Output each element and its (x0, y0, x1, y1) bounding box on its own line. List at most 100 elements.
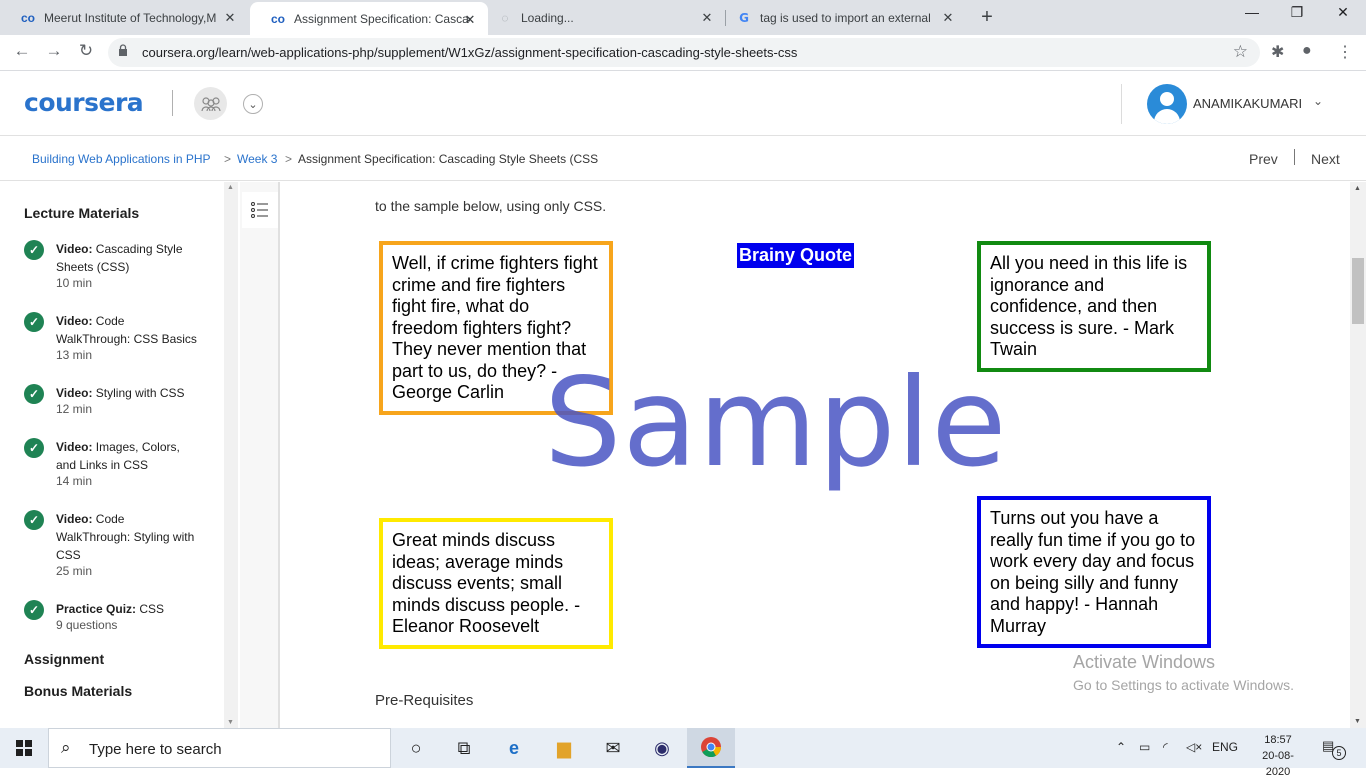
battery-icon[interactable]: ▭ (1139, 740, 1150, 754)
coursera-logo[interactable]: coursera (24, 88, 144, 117)
item-type: Video: (56, 386, 93, 400)
tab-title: Loading... (521, 10, 574, 25)
reload-icon[interactable]: ↻ (76, 41, 96, 61)
new-tab-button[interactable]: + (976, 6, 998, 29)
avatar[interactable] (1147, 84, 1187, 124)
browser-tab-4[interactable]: G tag is used to import an external ✕ (716, 0, 966, 35)
user-menu-chevron-icon[interactable]: ⌄ (1313, 94, 1323, 108)
page-scrollbar[interactable]: ▲ ▼ (1350, 182, 1366, 728)
item-duration: 9 questions (56, 618, 118, 632)
close-tab-icon[interactable]: ✕ (462, 12, 478, 28)
close-window-icon[interactable]: ✕ (1329, 4, 1357, 21)
menu-kebab-icon[interactable]: ⋮ (1337, 42, 1353, 62)
reading-content: to the sample below, using only CSS. Wel… (282, 182, 1350, 728)
item-duration: 12 min (56, 402, 93, 416)
section-lecture-materials[interactable]: Lecture Materials (24, 205, 139, 221)
cortana-icon[interactable]: ○ (392, 728, 440, 768)
show-hidden-icons-chevron-icon[interactable]: ⌃ (1116, 740, 1126, 754)
extensions-puzzle-icon[interactable]: ✱ (1271, 42, 1284, 62)
browser-tab-2[interactable]: co Assignment Specification: Cascac ✕ (250, 2, 488, 35)
item-type: Video: (56, 314, 93, 328)
item-title: CSS (139, 602, 165, 616)
breadcrumb-week-link[interactable]: Week 3 (237, 152, 277, 166)
scroll-up-arrow-icon[interactable]: ▲ (1354, 185, 1361, 192)
browser-tab-3[interactable]: ◌ Loading... ✕ (477, 0, 725, 35)
item-type: Video: (56, 512, 93, 526)
section-bonus-materials[interactable]: Bonus Materials (24, 683, 132, 699)
close-tab-icon[interactable]: ✕ (222, 10, 238, 26)
coursera-header: coursera ⌄ ANAMIKAKUMARI ⌄ (0, 72, 1366, 136)
edge-browser-icon[interactable]: e (490, 728, 538, 768)
sidebar-scrollbar[interactable]: ▲ ▼ (224, 182, 238, 728)
item-duration: 14 min (56, 474, 93, 488)
brainy-quote-title: Brainy Quote (737, 243, 855, 268)
prerequisites-heading: Pre-Requisites (375, 692, 474, 709)
profile-icon[interactable]: ● (1302, 42, 1312, 60)
clock-time: 18:57 (1264, 734, 1292, 746)
sample-watermark: Sample (544, 352, 1008, 494)
start-button[interactable] (0, 728, 48, 768)
item-duration: 25 min (56, 564, 93, 578)
restore-icon[interactable]: ❐ (1283, 4, 1311, 21)
scroll-down-arrow-icon[interactable]: ▼ (1354, 718, 1361, 725)
close-tab-icon[interactable]: ✕ (940, 10, 956, 26)
course-sidebar: Lecture Materials ✓ Video: Cascading Sty… (0, 182, 238, 728)
clock-date: 20-08-2020 (1262, 750, 1294, 778)
username[interactable]: ANAMIKAKUMARI (1193, 96, 1302, 111)
breadcrumb-course-link[interactable]: Building Web Applications in PHP (32, 152, 211, 166)
minimize-icon[interactable]: — (1238, 4, 1266, 20)
eclipse-icon[interactable]: ◉ (638, 728, 686, 768)
section-assignment[interactable]: Assignment (24, 651, 104, 667)
coursera-icon: co (270, 11, 285, 26)
windows-logo-icon (16, 740, 32, 756)
chevron-down-icon[interactable]: ⌄ (243, 94, 263, 114)
wifi-icon[interactable]: ◜ (1163, 740, 1168, 754)
system-clock[interactable]: 18:57 20-08-2020 (1250, 732, 1306, 780)
bookmark-star-icon[interactable]: ☆ (1233, 42, 1248, 62)
check-circle-icon: ✓ (24, 510, 44, 530)
close-tab-icon[interactable]: ✕ (699, 10, 715, 26)
scrollbar-thumb[interactable] (1352, 258, 1364, 324)
lock-icon (119, 44, 127, 56)
item-duration: 10 min (56, 276, 93, 290)
breadcrumb-separator: > (285, 152, 293, 166)
toc-toolbar (240, 182, 280, 728)
file-explorer-icon[interactable]: ▆ (540, 728, 588, 768)
task-view-icon[interactable]: ⧉ (440, 728, 488, 768)
coursera-icon: co (20, 10, 35, 25)
item-duration: 13 min (56, 348, 93, 362)
table-of-contents-icon[interactable] (242, 192, 278, 228)
prev-next-divider (1294, 149, 1295, 165)
tab-title: Assignment Specification: Cascac (294, 11, 470, 26)
notification-center-icon[interactable]: ▤ 5 (1322, 738, 1346, 760)
list-icon (251, 202, 268, 218)
item-type: Video: (56, 242, 93, 256)
check-circle-icon: ✓ (24, 240, 44, 260)
chrome-icon[interactable] (687, 728, 735, 768)
forward-arrow-icon[interactable]: → (44, 41, 64, 61)
search-icon: ⌕ (61, 738, 71, 757)
group-icon[interactable] (194, 87, 227, 120)
quote-box-blue: Turns out you have a really fun time if … (977, 496, 1211, 648)
scroll-up-arrow-icon[interactable]: ▲ (227, 184, 234, 191)
quote-box-green: All you need in this life is ignorance a… (977, 241, 1211, 372)
browser-tab-1[interactable]: co Meerut Institute of Technology,M ✕ (0, 0, 248, 35)
quote-box-yellow: Great minds discuss ideas; average minds… (379, 518, 613, 649)
notification-count-badge: 5 (1332, 746, 1346, 760)
volume-muted-icon[interactable]: ◁× (1186, 740, 1202, 754)
scroll-down-arrow-icon[interactable]: ▼ (227, 719, 234, 726)
activate-windows-subtitle: Go to Settings to activate Windows. (1073, 677, 1294, 693)
loading-spinner-icon: ◌ (501, 10, 509, 25)
next-link[interactable]: Next (1311, 151, 1340, 167)
prev-link[interactable]: Prev (1249, 151, 1278, 167)
mail-icon[interactable]: ✉ (589, 728, 637, 768)
address-bar[interactable]: coursera.org/learn/web-applications-php/… (108, 38, 1260, 67)
chrome-logo (701, 737, 722, 758)
item-type: Video: (56, 440, 93, 454)
check-circle-icon: ✓ (24, 600, 44, 620)
taskbar-search-box[interactable]: ⌕ Type here to search (48, 728, 391, 768)
input-language[interactable]: ENG (1212, 740, 1238, 754)
back-arrow-icon[interactable]: ← (12, 41, 32, 61)
people-icon (200, 96, 221, 111)
item-type: Practice Quiz: (56, 602, 137, 616)
